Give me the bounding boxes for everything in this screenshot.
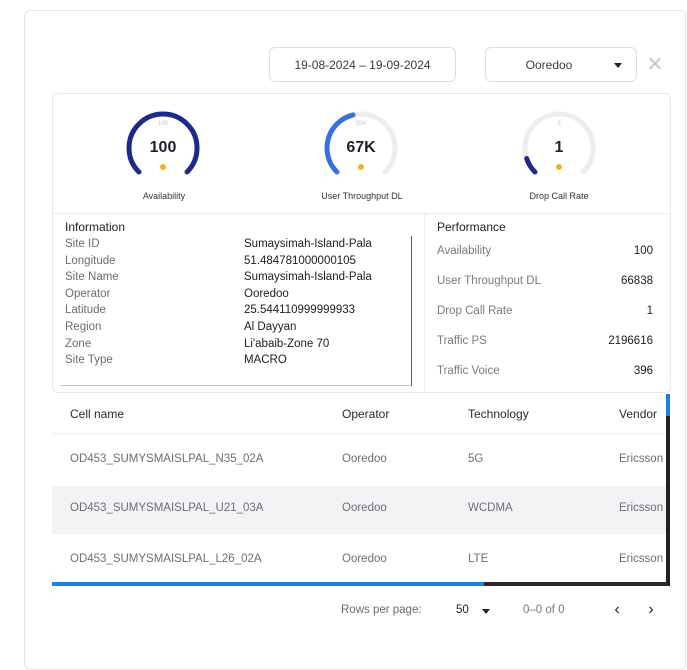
perf-key: User Throughput DL	[437, 275, 541, 287]
perf-key: Availability	[437, 245, 492, 257]
gauge-label-availability: Availability	[142, 191, 186, 201]
information-list[interactable]: Site ID Sumaysimah-Island-Pala Longitude 5…	[60, 236, 412, 386]
table-vertical-scrollbar[interactable]	[666, 394, 670, 586]
gauge-dot-icon	[160, 164, 166, 170]
info-key: Operator	[65, 287, 111, 300]
divider	[53, 213, 670, 214]
perf-value: 66838	[621, 275, 653, 287]
cell-vendor: Ericsson	[619, 453, 664, 465]
info-value: MACRO	[244, 354, 287, 367]
perf-key: Traffic PS	[437, 335, 487, 347]
gauge-dot-icon	[358, 164, 364, 170]
cell-name: OD453_SUMYSMAISLPAL_L26_02A	[70, 553, 262, 565]
info-value: 25.544110999999933	[244, 304, 356, 317]
rows-per-page-label: Rows per page:	[341, 604, 422, 616]
info-value: 51.484781000000105	[244, 254, 356, 267]
info-row: Region Al Dayyan	[60, 319, 411, 336]
pagination-range: 0–0 of 0	[523, 604, 565, 616]
close-icon[interactable]	[645, 54, 665, 74]
rows-per-page-select[interactable]: 50	[456, 604, 469, 616]
info-key: Site Type	[65, 354, 113, 367]
info-row: Zone Li'abaib-Zone 70	[60, 336, 411, 353]
chevron-left-icon[interactable]: ‹	[609, 601, 625, 619]
cell-name: OD453_SUMYSMAISLPAL_N35_02A	[70, 453, 264, 465]
gauge-dot-icon	[556, 164, 562, 170]
info-key: Site Name	[65, 271, 119, 284]
cell-vendor: Ericsson	[619, 502, 664, 514]
operator-select-value: Ooredoo	[525, 57, 573, 72]
perf-key: Traffic Voice	[437, 365, 500, 377]
perf-value: 1	[646, 305, 653, 317]
info-value: Sumaysimah-Island-Pala	[244, 238, 372, 250]
info-row: Latitude 25.544110999999933	[60, 302, 411, 319]
cell-name: OD453_SUMYSMAISLPAL_U21_03A	[70, 502, 264, 514]
perf-row: Drop Call Rate 1	[437, 305, 659, 325]
drop-call-rate-gauge: 3 1	[514, 108, 604, 178]
info-row: Site Name Sumaysimah-Island-Pala	[60, 269, 411, 286]
caret-down-icon	[614, 63, 622, 68]
info-key: Region	[65, 320, 102, 333]
info-row: Site ID Sumaysimah-Island-Pala	[60, 236, 411, 253]
table-row[interactable]: OD453_SUMYSMAISLPAL_N35_02A Ooredoo 5G E…	[52, 437, 670, 485]
gauge-max: 35K	[355, 121, 367, 127]
cell-vendor: Ericsson	[619, 553, 664, 565]
info-row: Site Type MACRO	[60, 352, 411, 369]
perf-row: Traffic PS 2196616	[437, 335, 659, 355]
table-header: Cell name Operator Technology Vendor	[52, 395, 670, 433]
gauge-label-throughput: User Throughput DL	[321, 191, 403, 201]
gauge-value: 67K	[346, 139, 376, 156]
operator-select[interactable]: Ooredoo	[485, 47, 637, 82]
cell-operator: Ooredoo	[342, 553, 387, 565]
info-key: Zone	[65, 337, 92, 350]
perf-value: 100	[633, 245, 653, 257]
info-key: Site ID	[65, 238, 100, 250]
performance-title: Performance	[437, 220, 506, 234]
table-vertical-scroll-thumb[interactable]	[666, 394, 670, 416]
divider	[424, 213, 425, 391]
column-header-vendor[interactable]: Vendor	[619, 407, 657, 421]
gauge-fill	[524, 156, 538, 175]
perf-row: User Throughput DL 66838	[437, 275, 659, 295]
info-value: Sumaysimah-Island-Pala	[244, 271, 372, 284]
column-header-technology[interactable]: Technology	[468, 407, 529, 421]
info-value: Ooredoo	[244, 287, 289, 300]
column-header-cell-name[interactable]: Cell name	[70, 407, 124, 421]
availability-gauge: 100 100	[118, 108, 208, 178]
user-throughput-gauge: 35K 67K	[316, 108, 406, 178]
caret-down-icon[interactable]	[482, 609, 490, 614]
cell-technology: WCDMA	[468, 502, 513, 514]
info-key: Longitude	[65, 254, 116, 267]
perf-value: 2196616	[608, 335, 653, 347]
info-row: Longitude 51.484781000000105	[60, 253, 411, 270]
divider	[52, 433, 670, 434]
info-key: Latitude	[65, 304, 106, 317]
info-row: Operator Ooredoo	[60, 286, 411, 303]
gauge-label-drop-call: Drop Call Rate	[529, 191, 589, 201]
table-row[interactable]: OD453_SUMYSMAISLPAL_U21_03A Ooredoo WCDM…	[52, 486, 670, 534]
date-range-picker[interactable]: 19-08-2024 – 19-09-2024	[269, 47, 456, 82]
gauge-max: 3	[557, 121, 561, 127]
gauge-value: 100	[149, 139, 177, 156]
information-title: Information	[65, 220, 126, 234]
perf-value: 396	[633, 365, 653, 377]
cell-operator: Ooredoo	[342, 502, 387, 514]
cell-operator: Ooredoo	[342, 453, 387, 465]
info-value: Al Dayyan	[244, 320, 297, 333]
column-header-operator[interactable]: Operator	[342, 407, 389, 421]
perf-row: Traffic Voice 396	[437, 365, 659, 385]
cell-technology: LTE	[468, 553, 489, 565]
gauge-value: 1	[554, 139, 564, 156]
perf-key: Drop Call Rate	[437, 305, 513, 317]
table-horizontal-scroll-thumb[interactable]	[52, 582, 484, 586]
perf-row: Availability 100	[437, 245, 659, 265]
table-row[interactable]: OD453_SUMYSMAISLPAL_L26_02A Ooredoo LTE …	[52, 537, 670, 585]
cell-technology: 5G	[468, 453, 484, 465]
gauge-max: 100	[157, 121, 168, 127]
chevron-right-icon[interactable]: ›	[643, 601, 659, 619]
info-value: Li'abaib-Zone 70	[244, 337, 330, 350]
